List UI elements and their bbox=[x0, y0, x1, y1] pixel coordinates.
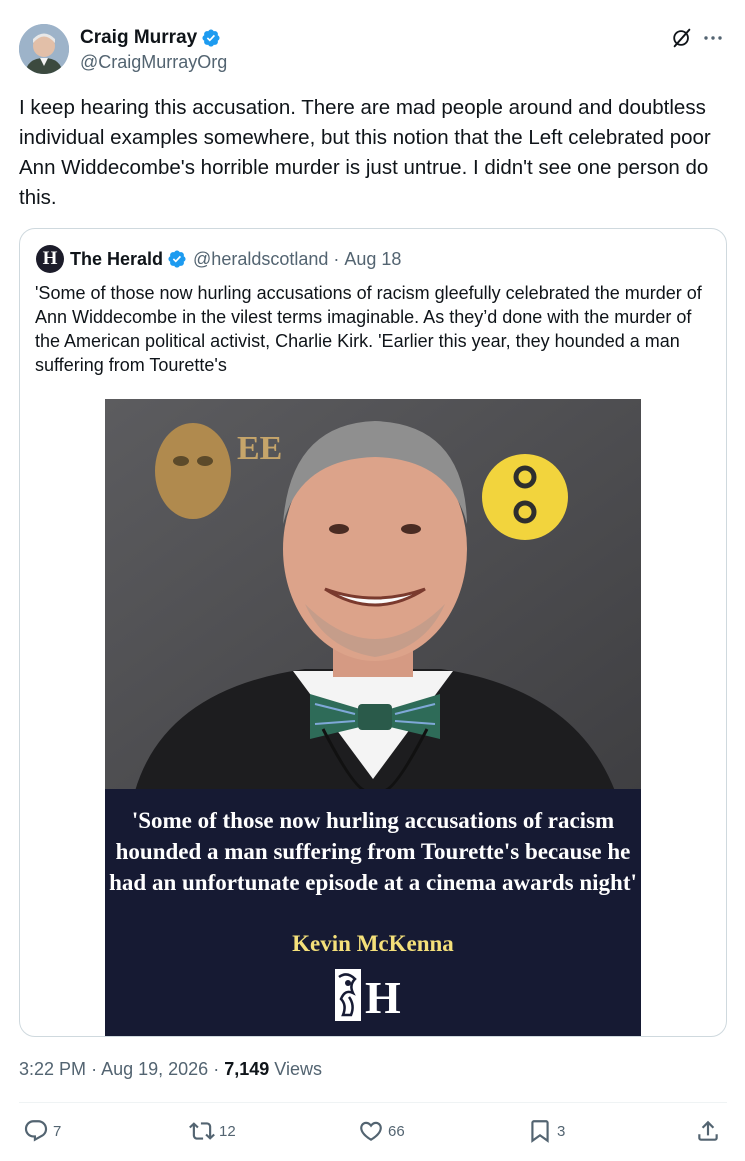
quoted-tweet[interactable]: H The Herald @heraldscotland · Aug 18 'S… bbox=[19, 228, 727, 1037]
tweet-actions: 7 12 66 3 bbox=[19, 1118, 727, 1148]
quoted-tweet-text: 'Some of those now hurling accusations o… bbox=[35, 283, 702, 375]
share-icon bbox=[698, 1120, 718, 1141]
reply-button[interactable]: 7 bbox=[23, 1118, 61, 1144]
repost-count: 12 bbox=[219, 1122, 236, 1140]
backdrop-text: EE bbox=[237, 430, 282, 467]
views-label: Views bbox=[274, 1059, 322, 1079]
quoted-tweet-header: H The Herald @heraldscotland · Aug 18 bbox=[36, 245, 401, 273]
author-name-row: Craig Murray bbox=[80, 27, 221, 49]
author-handle[interactable]: @CraigMurrayOrg bbox=[80, 52, 227, 73]
quote-card-text: 'Some of those now hurling accusations o… bbox=[109, 808, 637, 895]
more-options-icon[interactable] bbox=[701, 26, 725, 50]
author-avatar[interactable] bbox=[19, 24, 69, 74]
quoted-tweet-image[interactable]: EE 'Some of those now hurling accusation… bbox=[105, 399, 641, 1036]
tweet-time[interactable]: 3:22 PM bbox=[19, 1059, 86, 1079]
separator-dot: · bbox=[333, 248, 340, 269]
herald-logo-icon: H bbox=[335, 969, 401, 1023]
tweet-meta: 3:22 PM · Aug 19, 2026 · 7,149 Views bbox=[19, 1059, 322, 1080]
grok-icon[interactable] bbox=[671, 27, 693, 49]
quoted-author-avatar[interactable]: H bbox=[36, 245, 64, 273]
reply-count: 7 bbox=[53, 1122, 62, 1140]
verified-badge-icon bbox=[202, 29, 220, 47]
tweet-date[interactable]: Aug 19, 2026 bbox=[101, 1059, 208, 1079]
portrait-photo: EE bbox=[105, 399, 641, 791]
views-count: 7,149 bbox=[224, 1059, 270, 1079]
bookmark-icon bbox=[531, 1120, 549, 1143]
bookmark-button[interactable]: 3 bbox=[527, 1118, 565, 1144]
separator-dot: · bbox=[213, 1059, 220, 1079]
divider bbox=[19, 1102, 727, 1103]
tweet-text: I keep hearing this accusation. There ar… bbox=[19, 96, 711, 209]
heart-icon bbox=[360, 1121, 382, 1141]
share-button[interactable] bbox=[695, 1118, 721, 1144]
herald-logo-letter: H bbox=[365, 972, 401, 1023]
like-count: 66 bbox=[388, 1122, 405, 1140]
like-button[interactable]: 66 bbox=[358, 1118, 405, 1144]
quoted-author-handle: @heraldscotland bbox=[193, 248, 329, 269]
tweet-header: Craig Murray @CraigMurrayOrg bbox=[19, 24, 727, 76]
separator-dot: · bbox=[91, 1059, 98, 1079]
quote-card: 'Some of those now hurling accusations o… bbox=[105, 789, 641, 1036]
reply-icon bbox=[24, 1120, 48, 1142]
repost-button[interactable]: 12 bbox=[189, 1118, 236, 1144]
author-display-name[interactable]: Craig Murray bbox=[80, 27, 197, 49]
bookmark-count: 3 bbox=[557, 1122, 566, 1140]
quote-card-author: Kevin McKenna bbox=[292, 931, 454, 956]
repost-icon bbox=[189, 1122, 215, 1140]
verified-badge-icon bbox=[168, 250, 186, 268]
quoted-author-name[interactable]: The Herald bbox=[70, 249, 163, 270]
quoted-tweet-date[interactable]: Aug 18 bbox=[344, 249, 401, 270]
